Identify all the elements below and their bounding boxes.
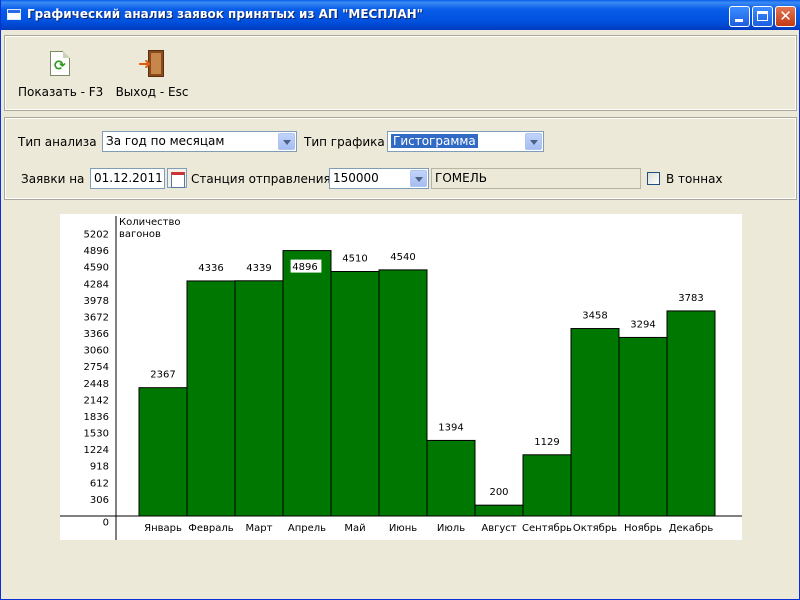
data-label: 3458 — [582, 311, 607, 322]
y-tick-label: 4284 — [84, 279, 109, 290]
data-label: 1394 — [438, 422, 463, 433]
station-code-value: 150000 — [333, 171, 379, 185]
maximize-icon — [757, 11, 768, 21]
x-tick-label: Август — [481, 523, 516, 534]
minimize-button[interactable] — [729, 6, 750, 27]
x-tick-label: Январь — [144, 523, 182, 534]
title-bar[interactable]: Графический анализ заявок принятых из АП… — [1, 0, 800, 30]
y-tick-label: 3978 — [84, 296, 109, 307]
y-tick-label: 0 — [103, 518, 109, 529]
exit-door-icon: ➜ — [137, 49, 167, 79]
data-label: 4339 — [246, 263, 271, 274]
y-tick-label: 4590 — [84, 263, 109, 274]
y-tick-label: 3672 — [84, 312, 109, 323]
x-tick-label: Февраль — [188, 523, 234, 534]
close-button[interactable]: ✕ — [775, 6, 796, 27]
minimize-icon — [735, 19, 743, 22]
x-tick-label: Сентябрь — [522, 523, 572, 534]
bar-4 — [282, 250, 332, 517]
x-tick-label: Апрель — [288, 523, 326, 534]
station-name-field: ГОМЕЛЬ — [431, 168, 641, 189]
data-label: 4510 — [342, 254, 367, 265]
y-tick-label: 2448 — [84, 379, 109, 390]
requests-on-label: Заявки на — [21, 172, 85, 186]
y-tick-label: 918 — [90, 462, 109, 473]
show-button-label: Показать - F3 — [18, 85, 104, 99]
y-tick-label: 2142 — [84, 395, 109, 406]
bar-9 — [522, 454, 572, 517]
x-tick-label: Май — [344, 523, 365, 534]
y-tick-label: 1836 — [84, 412, 109, 423]
bar-1 — [138, 387, 188, 517]
x-tick-label: Ноябрь — [624, 523, 662, 534]
x-tick-label: Декабрь — [669, 523, 714, 534]
bar-2 — [186, 280, 236, 517]
bar-11 — [618, 336, 668, 517]
bar-5 — [330, 271, 380, 517]
y-tick-label: 2754 — [84, 362, 109, 373]
y-axis-title: Количество вагонов — [119, 217, 181, 240]
window-title: Графический анализ заявок принятых из АП… — [27, 7, 423, 21]
data-label: 2367 — [150, 370, 175, 381]
analysis-type-value: За год по месяцам — [106, 134, 225, 148]
y-tick-label: 3366 — [84, 329, 109, 340]
analysis-type-label: Тип анализа — [18, 135, 97, 149]
station-label: Станция отправления: — [191, 172, 335, 186]
date-value: 01.12.2011 — [94, 171, 163, 185]
filter-panel: Тип анализа За год по месяцам Тип график… — [4, 117, 797, 200]
close-icon: ✕ — [779, 7, 792, 25]
toolbar: ⟳ Показать - F3 ➜ Выход - Esc — [4, 35, 797, 111]
chart-type-select[interactable]: Гистограмма — [387, 131, 544, 152]
x-tick-label: Июль — [437, 523, 465, 534]
data-label: 3294 — [630, 319, 655, 330]
bar-12 — [666, 310, 716, 517]
bar-6 — [378, 269, 428, 517]
tons-checkbox[interactable] — [647, 172, 660, 185]
data-label: 200 — [489, 487, 508, 498]
chevron-down-icon[interactable] — [525, 133, 542, 150]
window-app-icon — [7, 9, 21, 20]
chevron-down-icon[interactable] — [278, 133, 295, 150]
chart-type-value: Гистограмма — [391, 134, 478, 148]
y-tick-label: 1530 — [84, 429, 109, 440]
y-tick-label: 3060 — [84, 346, 109, 357]
chevron-down-icon[interactable] — [410, 170, 427, 187]
bar-8 — [474, 504, 524, 517]
y-tick-label: 5202 — [84, 230, 109, 241]
data-label: 1129 — [534, 437, 559, 448]
y-tick-label: 306 — [90, 495, 109, 506]
chart-area: Количество вагонов 0 306 612 918 1224 1530 1836 2… — [60, 214, 742, 540]
y-tick-label: 1224 — [84, 445, 109, 456]
refresh-document-icon: ⟳ — [45, 49, 75, 79]
x-tick-label: Март — [246, 523, 273, 534]
chart-type-label: Тип графика — [304, 135, 385, 149]
data-label: 3783 — [678, 293, 703, 304]
app-window: Графический анализ заявок принятых из АП… — [0, 0, 800, 600]
station-name-value: ГОМЕЛЬ — [435, 171, 487, 185]
data-label: 4336 — [198, 263, 223, 274]
x-tick-label: Октябрь — [573, 523, 617, 534]
bar-3 — [234, 280, 284, 517]
exit-button-label: Выход - Esc — [115, 85, 189, 99]
calendar-icon[interactable] — [167, 168, 187, 188]
station-code-select[interactable]: 150000 — [329, 168, 429, 189]
tons-label: В тоннах — [666, 172, 723, 186]
data-label: 4896 — [292, 262, 317, 273]
maximize-button[interactable] — [752, 6, 773, 27]
y-tick-label: 4896 — [84, 246, 109, 257]
bar-10 — [570, 328, 620, 517]
show-button[interactable]: ⟳ Показать - F3 — [18, 49, 104, 99]
x-tick-label: Июнь — [389, 523, 417, 534]
y-tick-label: 612 — [90, 478, 109, 489]
bar-7 — [426, 439, 476, 517]
date-field[interactable]: 01.12.2011 — [90, 168, 165, 189]
data-label: 4540 — [390, 252, 415, 263]
histogram-chart: Количество вагонов 0 306 612 918 1224 1530 1836 2… — [60, 216, 742, 540]
analysis-type-select[interactable]: За год по месяцам — [102, 131, 297, 152]
exit-button[interactable]: ➜ Выход - Esc — [110, 49, 194, 99]
